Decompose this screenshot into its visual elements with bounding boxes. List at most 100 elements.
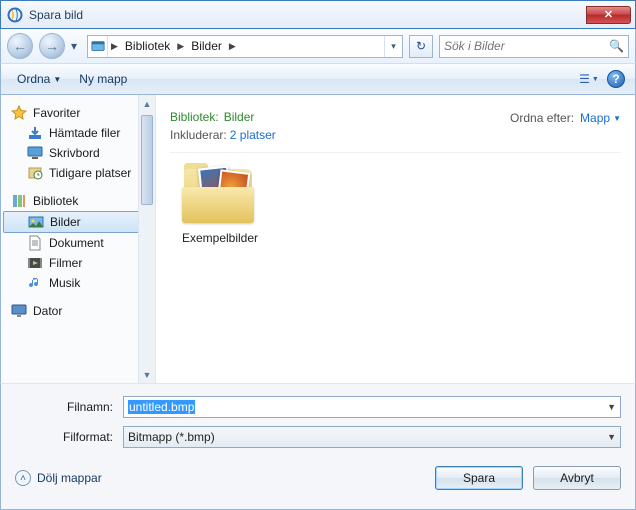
sidebar-label: Bibliotek: [33, 194, 78, 208]
videos-icon: [27, 255, 43, 271]
title-bar: Spara bild ✕: [0, 0, 636, 29]
arrange-value: Mapp: [580, 111, 610, 125]
arrange-dropdown[interactable]: Mapp▼: [580, 111, 621, 125]
refresh-button[interactable]: ↻: [409, 35, 433, 58]
chevron-right-icon: ▶: [226, 41, 239, 52]
filename-value: untitled.bmp: [128, 400, 195, 414]
window-title: Spara bild: [29, 8, 585, 22]
close-button[interactable]: ✕: [586, 6, 631, 24]
sidebar-item-videos[interactable]: Filmer: [1, 253, 155, 273]
hide-folders-label: Dölj mappar: [37, 471, 102, 485]
folder-item[interactable]: Exempelbilder: [170, 163, 270, 245]
chevron-down-icon[interactable]: ▼: [607, 402, 616, 412]
sidebar-header-libraries[interactable]: Bibliotek: [1, 191, 155, 211]
breadcrumb-item[interactable]: Bilder: [187, 39, 226, 53]
address-bar[interactable]: ▶ Bibliotek ▶ Bilder ▶ ▾: [87, 35, 403, 58]
chevron-down-icon: ▼: [613, 114, 621, 123]
library-subtitle: Inkluderar: 2 platser: [170, 128, 276, 142]
view-options-button[interactable]: ☰▼: [577, 68, 601, 90]
sidebar: Favoriter Hämtade filer Skrivbord Tidiga…: [1, 95, 156, 383]
sidebar-item-label: Bilder: [50, 215, 81, 229]
refresh-icon: ↻: [416, 39, 426, 53]
recent-icon: [27, 165, 43, 181]
sidebar-item-documents[interactable]: Dokument: [1, 233, 155, 253]
folder-icon: [180, 163, 260, 227]
scroll-up-icon[interactable]: ▲: [139, 95, 155, 112]
sidebar-item-label: Dokument: [49, 236, 104, 250]
includes-label: Inkluderar:: [170, 128, 227, 142]
dialog-body: Favoriter Hämtade filer Skrivbord Tidiga…: [0, 95, 636, 383]
hide-folders-button[interactable]: ˄ Dölj mappar: [15, 470, 102, 486]
sidebar-item-recent[interactable]: Tidigare platser: [1, 163, 155, 183]
toolbar: Ordna▼ Ny mapp ☰▼ ?: [0, 63, 636, 95]
search-input[interactable]: [444, 39, 609, 53]
forward-button[interactable]: →: [39, 33, 65, 59]
format-value: Bitmapp (*.bmp): [128, 430, 607, 444]
chevron-right-icon: ▶: [108, 41, 121, 52]
nav-history-dropdown[interactable]: ▾: [71, 39, 81, 53]
star-icon: [11, 105, 27, 121]
organize-menu[interactable]: Ordna▼: [11, 69, 67, 89]
arrow-left-icon: ←: [13, 38, 27, 54]
folder-label: Exempelbilder: [170, 231, 270, 245]
libraries-icon: [11, 193, 27, 209]
sidebar-item-pictures[interactable]: Bilder: [3, 211, 153, 233]
arrow-right-icon: →: [45, 38, 59, 54]
filename-field[interactable]: untitled.bmp ▼: [123, 396, 621, 418]
save-button[interactable]: Spara: [435, 466, 523, 490]
view-icon: ☰: [579, 72, 590, 86]
close-icon: ✕: [604, 8, 613, 21]
chevron-up-icon: ˄: [15, 470, 31, 486]
downloads-icon: [27, 125, 43, 141]
pictures-icon: [28, 214, 44, 230]
organize-label: Ordna: [17, 72, 50, 86]
app-icon: [7, 7, 23, 23]
address-dropdown[interactable]: ▾: [384, 36, 402, 57]
chevron-down-icon: ▼: [592, 76, 599, 83]
sidebar-item-downloads[interactable]: Hämtade filer: [1, 123, 155, 143]
format-combobox[interactable]: Bitmapp (*.bmp) ▼: [123, 426, 621, 448]
sidebar-item-label: Filmer: [49, 256, 82, 270]
scroll-down-icon[interactable]: ▼: [139, 366, 155, 383]
documents-icon: [27, 235, 43, 251]
format-label: Filformat:: [15, 430, 123, 444]
breadcrumb-item[interactable]: Bibliotek: [121, 39, 174, 53]
help-button[interactable]: ?: [607, 70, 625, 88]
search-box[interactable]: 🔍: [439, 35, 629, 58]
arrange-by: Ordna efter: Mapp▼: [510, 105, 621, 125]
library-name: Bilder: [224, 110, 255, 124]
sidebar-header-favorites[interactable]: Favoriter: [1, 103, 155, 123]
sidebar-label: Favoriter: [33, 106, 80, 120]
sidebar-label: Dator: [33, 304, 62, 318]
sidebar-item-desktop[interactable]: Skrivbord: [1, 143, 155, 163]
content-pane: Bibliotek: Bilder Inkluderar: 2 platser …: [156, 95, 635, 383]
arrange-label: Ordna efter:: [510, 111, 574, 125]
chevron-right-icon: ▶: [174, 41, 187, 52]
chevron-down-icon: ▼: [607, 432, 616, 442]
cancel-label: Avbryt: [560, 471, 594, 485]
library-title: Bibliotek: Bilder: [170, 105, 276, 126]
sidebar-header-computer[interactable]: Dator: [1, 301, 155, 321]
sidebar-scrollbar[interactable]: ▲ ▼: [138, 95, 155, 383]
sidebar-item-label: Musik: [49, 276, 80, 290]
search-icon: 🔍: [609, 39, 624, 53]
scroll-thumb[interactable]: [141, 115, 153, 205]
chevron-down-icon: ▼: [53, 75, 61, 84]
new-folder-label: Ny mapp: [79, 72, 127, 86]
divider: [170, 152, 621, 153]
music-icon: [27, 275, 43, 291]
sidebar-item-label: Skrivbord: [49, 146, 100, 160]
cancel-button[interactable]: Avbryt: [533, 466, 621, 490]
includes-link[interactable]: 2 platser: [230, 128, 276, 142]
filename-label: Filnamn:: [15, 400, 123, 414]
save-label: Spara: [463, 471, 495, 485]
back-button[interactable]: ←: [7, 33, 33, 59]
sidebar-item-label: Hämtade filer: [49, 126, 120, 140]
nav-row: ← → ▾ ▶ Bibliotek ▶ Bilder ▶ ▾ ↻ 🔍: [0, 29, 636, 63]
new-folder-button[interactable]: Ny mapp: [73, 69, 133, 89]
computer-icon: [11, 303, 27, 319]
sidebar-item-label: Tidigare platser: [49, 166, 131, 180]
location-icon: [88, 36, 108, 57]
help-icon: ?: [612, 72, 619, 86]
sidebar-item-music[interactable]: Musik: [1, 273, 155, 293]
